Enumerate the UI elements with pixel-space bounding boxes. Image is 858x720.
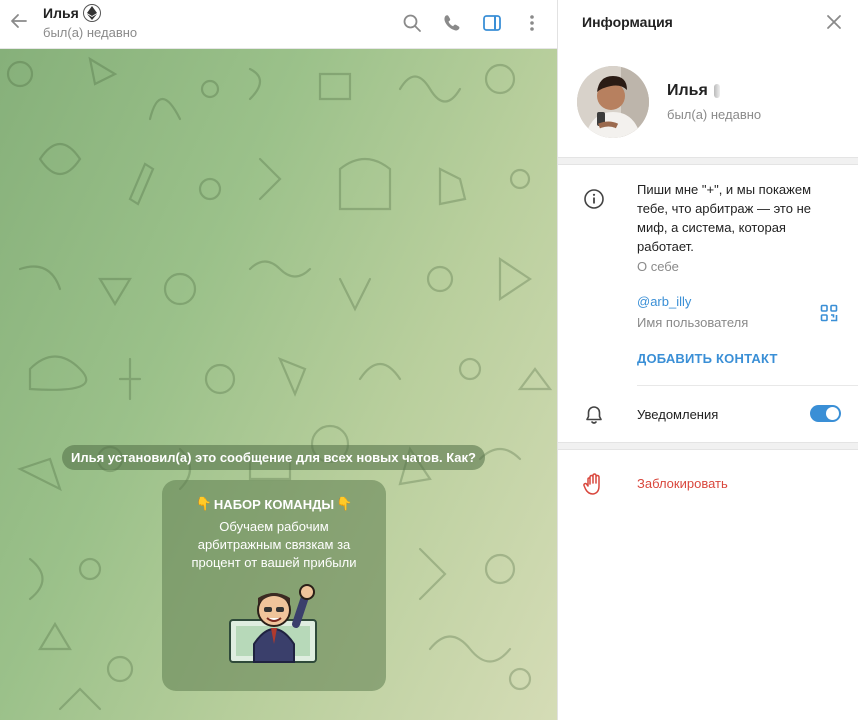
info-panel: Информация Илья был(а) недавно Пиши мне …	[558, 0, 858, 720]
info-panel-title: Информация	[582, 14, 673, 30]
section-separator	[558, 157, 858, 165]
emoji-status-icon	[713, 84, 720, 98]
header-actions	[401, 12, 543, 34]
card-text: Обучаем рабочим арбитражным связкам за п…	[191, 519, 357, 570]
chat-title-text: Илья	[43, 5, 79, 21]
notifications-label: Уведомления	[637, 407, 719, 422]
chat-pane: Илья был(а) недавно Илья установил(а) эт…	[0, 0, 557, 720]
toggle-knob	[826, 407, 839, 420]
qr-code-icon[interactable]	[820, 304, 838, 322]
ethereum-icon	[82, 4, 101, 22]
card-title: 👇 НАБОР КОМАНДЫ 👇	[162, 496, 386, 512]
username-link[interactable]: @arb_illy	[637, 294, 691, 309]
welcome-message-card: 👇 НАБОР КОМАНДЫ 👇 Обучаем рабочим арбитр…	[162, 480, 386, 691]
sidebar-toggle-icon[interactable]	[481, 12, 503, 34]
profile-name: Илья	[667, 82, 720, 100]
businessman-sticker-icon	[229, 584, 317, 663]
block-user-button[interactable]: Заблокировать	[637, 476, 728, 491]
notifications-toggle[interactable]	[810, 405, 841, 422]
info-icon	[583, 188, 605, 210]
add-contact-button[interactable]: ДОБАВИТЬ КОНТАКТ	[637, 351, 778, 366]
service-message-pill[interactable]: Илья установил(а) это сообщение для всех…	[62, 445, 485, 470]
phone-icon[interactable]	[441, 12, 463, 34]
username-label: Имя пользователя	[637, 315, 749, 330]
close-icon[interactable]	[824, 12, 844, 32]
chat-title[interactable]: Илья	[43, 4, 101, 22]
bio-label: О себе	[637, 259, 679, 274]
point-down-emoji-icon: 👇	[336, 496, 353, 511]
bell-icon	[583, 404, 605, 426]
section-separator	[558, 442, 858, 450]
profile-status: был(а) недавно	[667, 107, 762, 122]
bio-text: Пиши мне "+", и мы покажем тебе, что арб…	[637, 182, 812, 254]
profile-name-text: Илья	[667, 82, 708, 99]
chat-background: Илья установил(а) это сообщение для всех…	[0, 49, 557, 720]
more-vertical-icon[interactable]	[521, 12, 543, 34]
hand-block-icon	[583, 472, 605, 496]
chat-status: был(а) недавно	[43, 25, 138, 40]
card-title-text: НАБОР КОМАНДЫ	[213, 496, 335, 512]
chat-header: Илья был(а) недавно	[0, 0, 557, 49]
row-divider	[637, 385, 858, 386]
back-arrow-icon[interactable]	[8, 10, 30, 32]
avatar[interactable]	[577, 66, 649, 138]
point-down-emoji-icon: 👇	[195, 496, 212, 511]
search-icon[interactable]	[401, 12, 423, 34]
